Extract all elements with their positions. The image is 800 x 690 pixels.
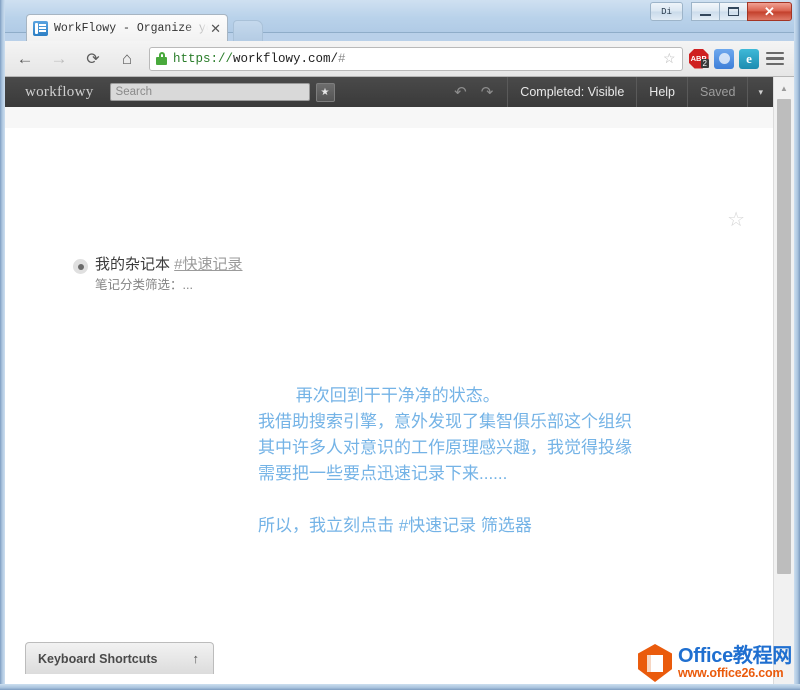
redo-icon[interactable]: ↷: [481, 83, 494, 101]
workflowy-document: ☆ 我的杂记本 #快速记录 笔记分类筛选：... 再次回到干干净净的状态。 我借…: [5, 128, 773, 684]
window-edge-left: [0, 0, 5, 690]
adblock-badge: 2: [700, 58, 709, 68]
home-icon[interactable]: ⌂: [113, 45, 141, 73]
url-fragment: #: [338, 51, 346, 66]
extension-icons: ABP 2 e: [688, 48, 759, 69]
url-host: workflowy.com/: [233, 51, 339, 66]
star-page-icon[interactable]: ☆: [727, 210, 745, 230]
teal-e-extension-icon[interactable]: e: [739, 48, 759, 69]
reload-icon[interactable]: ⟳: [79, 45, 107, 73]
starred-searches-button[interactable]: ★: [315, 82, 335, 102]
help-button[interactable]: Help: [636, 77, 687, 107]
secure-lock-icon: [156, 52, 167, 65]
page-viewport: workflowy Search ★ ↶ ↷ Completed: Visibl…: [5, 77, 794, 684]
list-item-label[interactable]: 我的杂记本 #快速记录: [95, 256, 243, 275]
browser-tab[interactable]: WorkFlowy - Organize yo ✕: [26, 14, 228, 41]
workflowy-toolbar: workflowy Search ★ ↶ ↷ Completed: Visibl…: [5, 77, 773, 107]
breadcrumb: [5, 107, 773, 129]
tab-strip: WorkFlowy - Organize yo ✕: [5, 14, 794, 42]
list-item[interactable]: 我的杂记本 #快速记录: [73, 256, 243, 275]
new-tab-button[interactable]: [233, 20, 263, 42]
scroll-up-icon[interactable]: ▲: [774, 77, 794, 99]
back-icon[interactable]: ←: [11, 45, 39, 73]
window-edge-right: [794, 0, 800, 690]
browser-window: Di ✕ WorkFlowy - Organize yo ✕ ← → ⟳ ⌂ h…: [0, 0, 800, 690]
scrollbar-thumb[interactable]: [777, 99, 791, 574]
bullet-icon[interactable]: [73, 259, 88, 274]
annotation-line-3: 其中许多人对意识的工作原理感兴趣，我觉得投缘: [258, 438, 632, 457]
window-edge-bottom: [0, 684, 800, 690]
search-input[interactable]: Search: [109, 83, 310, 101]
annotation-text: 再次回到干干净净的状态。 我借助搜索引擎，意外发现了集智俱乐部这个组织 其中许多…: [258, 357, 632, 591]
list-item-text: 我的杂记本: [95, 256, 175, 273]
save-status: Saved: [687, 77, 747, 107]
browser-menu-icon[interactable]: [766, 49, 784, 69]
annotation-line-1: 再次回到干干净净的状态。: [295, 386, 500, 405]
close-tab-icon[interactable]: ✕: [210, 22, 221, 35]
hashtag-link[interactable]: #快速记录: [174, 256, 242, 273]
keyboard-shortcuts-button[interactable]: Keyboard Shortcuts ↑: [25, 642, 214, 674]
list-item-note[interactable]: 笔记分类筛选：...: [95, 277, 243, 293]
annotation-line-4: 需要把一些要点迅速记录下来......: [258, 464, 508, 483]
annotation-paragraph-1: 再次回到干干净净的状态。 我借助搜索引擎，意外发现了集智俱乐部这个组织 其中许多…: [258, 386, 632, 483]
annotation-paragraph-2: 所以，我立刻点击 #快速记录 筛选器: [258, 516, 532, 535]
watermark: Office教程网 www.office26.com: [638, 644, 792, 682]
undo-redo-group: ↶ ↷: [454, 83, 507, 101]
watermark-text: Office教程网 www.office26.com: [678, 646, 792, 679]
undo-icon[interactable]: ↶: [454, 83, 467, 101]
url-scheme: https://: [173, 51, 234, 66]
address-bar[interactable]: https://workflowy.com/# ☆: [149, 46, 683, 71]
keyboard-shortcuts-label: Keyboard Shortcuts: [38, 651, 158, 666]
workflowy-favicon: [33, 20, 48, 36]
page-scrollbar[interactable]: ▲: [773, 77, 794, 684]
outline-list: 我的杂记本 #快速记录 笔记分类筛选：...: [73, 256, 243, 293]
browser-navbar: ← → ⟳ ⌂ https://workflowy.com/# ☆ ABP 2 …: [5, 41, 794, 77]
office-hexagon-logo: [638, 644, 673, 682]
bookmark-star-icon[interactable]: ☆: [663, 50, 676, 67]
blue-circle-extension-icon[interactable]: [714, 48, 734, 69]
watermark-title: Office教程网: [678, 645, 792, 668]
tab-title: WorkFlowy - Organize yo: [54, 21, 209, 35]
address-bar-url: https://workflowy.com/#: [173, 52, 346, 66]
workflowy-logo[interactable]: workflowy: [25, 84, 94, 101]
watermark-url: www.office26.com: [678, 665, 784, 680]
annotation-line-2: 我借助搜索引擎，意外发现了集智俱乐部这个组织: [258, 412, 632, 431]
forward-icon: →: [50, 48, 68, 68]
completed-toggle[interactable]: Completed: Visible: [507, 77, 636, 107]
account-menu-caret-icon[interactable]: ▾: [747, 77, 773, 107]
chevron-up-icon: ↑: [192, 651, 200, 666]
